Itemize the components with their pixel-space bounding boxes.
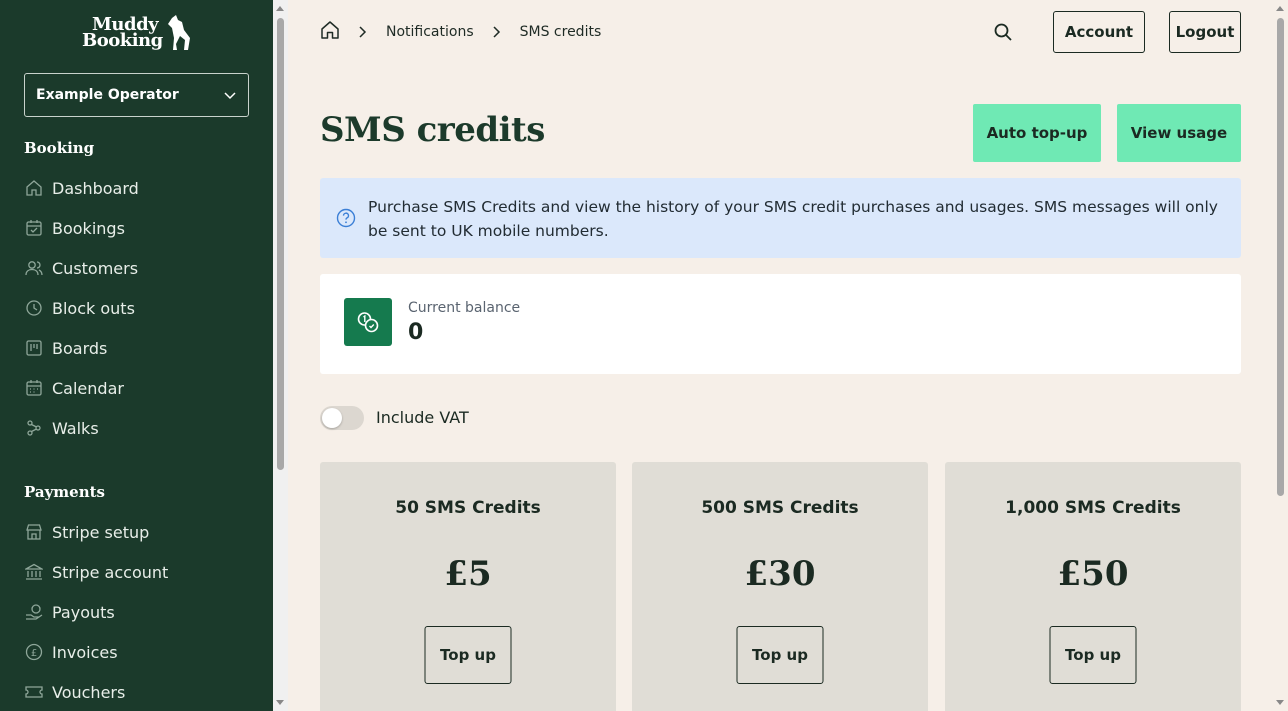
package-price: £5: [444, 554, 492, 594]
view-usage-button[interactable]: View usage: [1117, 104, 1241, 162]
board-icon: [24, 338, 44, 358]
top-up-button[interactable]: Top up: [736, 626, 824, 684]
brand-line-2: Booking: [82, 30, 163, 51]
svg-text:£: £: [31, 648, 37, 659]
sidebar-item-label: Customers: [52, 258, 139, 278]
scroll-up-arrow-icon[interactable]: [1276, 6, 1284, 11]
payout-icon: [24, 602, 44, 622]
calendar-icon: [24, 378, 44, 398]
sidebar-item-label: Boards: [52, 338, 108, 358]
scroll-down-arrow-icon[interactable]: [276, 700, 284, 705]
page-title: SMS credits: [320, 110, 545, 150]
chevron-right-icon: [358, 26, 368, 38]
sidebar-item-invoices[interactable]: £ Invoices: [24, 638, 254, 666]
balance-label: Current balance: [408, 300, 521, 316]
users-icon: [24, 258, 44, 278]
sidebar-item-stripe-account[interactable]: Stripe account: [24, 558, 254, 586]
paw-icon: [24, 418, 44, 438]
dog-icon: [168, 15, 190, 50]
bank-icon: [24, 562, 44, 582]
sidebar-section-booking: Booking: [24, 139, 95, 157]
store-icon: [24, 522, 44, 542]
breadcrumb: Notifications SMS credits: [320, 20, 601, 44]
sidebar-item-label: Walks: [52, 418, 99, 438]
sidebar-item-boards[interactable]: Boards: [24, 334, 254, 362]
sidebar-scrollbar-thumb[interactable]: [277, 18, 284, 470]
sidebar: Muddy Booking Example Operator Booking D…: [0, 0, 273, 711]
brand-logo[interactable]: Muddy Booking: [80, 14, 196, 54]
chevron-right-icon: [492, 26, 502, 38]
sidebar-item-bookings[interactable]: Bookings: [24, 214, 254, 242]
balance-value: 0: [408, 320, 424, 345]
sidebar-item-label: Payouts: [52, 602, 115, 622]
auto-top-up-button[interactable]: Auto top-up: [973, 104, 1101, 162]
package-card: 500 SMS Credits £30 Top up: [632, 462, 928, 711]
ticket-icon: [24, 682, 44, 702]
sidebar-item-dashboard[interactable]: Dashboard: [24, 174, 254, 202]
balance-card: Current balance 0: [320, 274, 1241, 374]
account-button[interactable]: Account: [1053, 11, 1145, 53]
pound-icon: £: [24, 642, 44, 662]
chevron-down-icon: [224, 92, 236, 100]
sidebar-item-payouts[interactable]: Payouts: [24, 598, 254, 626]
sidebar-item-label: Stripe account: [52, 562, 169, 582]
main-scrollbar-thumb[interactable]: [1277, 18, 1284, 496]
breadcrumb-notifications[interactable]: Notifications: [386, 24, 474, 40]
include-vat-toggle[interactable]: [320, 406, 364, 430]
coins-icon: [344, 298, 392, 346]
sidebar-section-payments: Payments: [24, 483, 106, 501]
include-vat-label: Include VAT: [376, 408, 469, 427]
sidebar-item-label: Calendar: [52, 378, 124, 398]
logout-button[interactable]: Logout: [1169, 11, 1241, 53]
sidebar-item-label: Vouchers: [52, 682, 126, 702]
top-up-button[interactable]: Top up: [424, 626, 512, 684]
sidebar-item-label: Dashboard: [52, 178, 139, 198]
package-card: 1,000 SMS Credits £50 Top up: [945, 462, 1241, 711]
clock-icon: [24, 298, 44, 318]
search-icon[interactable]: [991, 20, 1015, 44]
operator-select-value: Example Operator: [36, 87, 179, 103]
sidebar-item-label: Stripe setup: [52, 522, 150, 542]
top-up-button[interactable]: Top up: [1049, 626, 1137, 684]
package-title: 1,000 SMS Credits: [1005, 498, 1181, 518]
question-circle-icon: [336, 208, 356, 228]
main-scrollbar[interactable]: [1273, 0, 1288, 711]
sidebar-scrollbar[interactable]: [273, 0, 288, 711]
scroll-up-arrow-icon[interactable]: [276, 6, 284, 11]
info-banner: Purchase SMS Credits and view the histor…: [320, 178, 1241, 258]
sidebar-item-label: Invoices: [52, 642, 118, 662]
package-price: £30: [744, 554, 816, 594]
sidebar-item-stripe-setup[interactable]: Stripe setup: [24, 518, 254, 546]
package-title: 500 SMS Credits: [701, 498, 859, 518]
sidebar-item-label: Block outs: [52, 298, 135, 318]
breadcrumb-current: SMS credits: [519, 24, 602, 40]
toggle-knob: [322, 408, 342, 428]
package-card: 50 SMS Credits £5 Top up: [320, 462, 616, 711]
sidebar-item-label: Bookings: [52, 218, 125, 238]
sidebar-item-customers[interactable]: Customers: [24, 254, 254, 282]
sidebar-item-vouchers[interactable]: Vouchers: [24, 678, 254, 706]
home-icon[interactable]: [320, 20, 340, 44]
sidebar-item-walks[interactable]: Walks: [24, 414, 254, 442]
sidebar-item-calendar[interactable]: Calendar: [24, 374, 254, 402]
sidebar-item-block-outs[interactable]: Block outs: [24, 294, 254, 322]
home-icon: [24, 178, 44, 198]
package-price: £50: [1057, 554, 1129, 594]
scroll-down-arrow-icon[interactable]: [1276, 700, 1284, 705]
package-title: 50 SMS Credits: [395, 498, 541, 518]
info-banner-text: Purchase SMS Credits and view the histor…: [368, 198, 1218, 240]
operator-select[interactable]: Example Operator: [24, 73, 249, 117]
calendar-check-icon: [24, 218, 44, 238]
